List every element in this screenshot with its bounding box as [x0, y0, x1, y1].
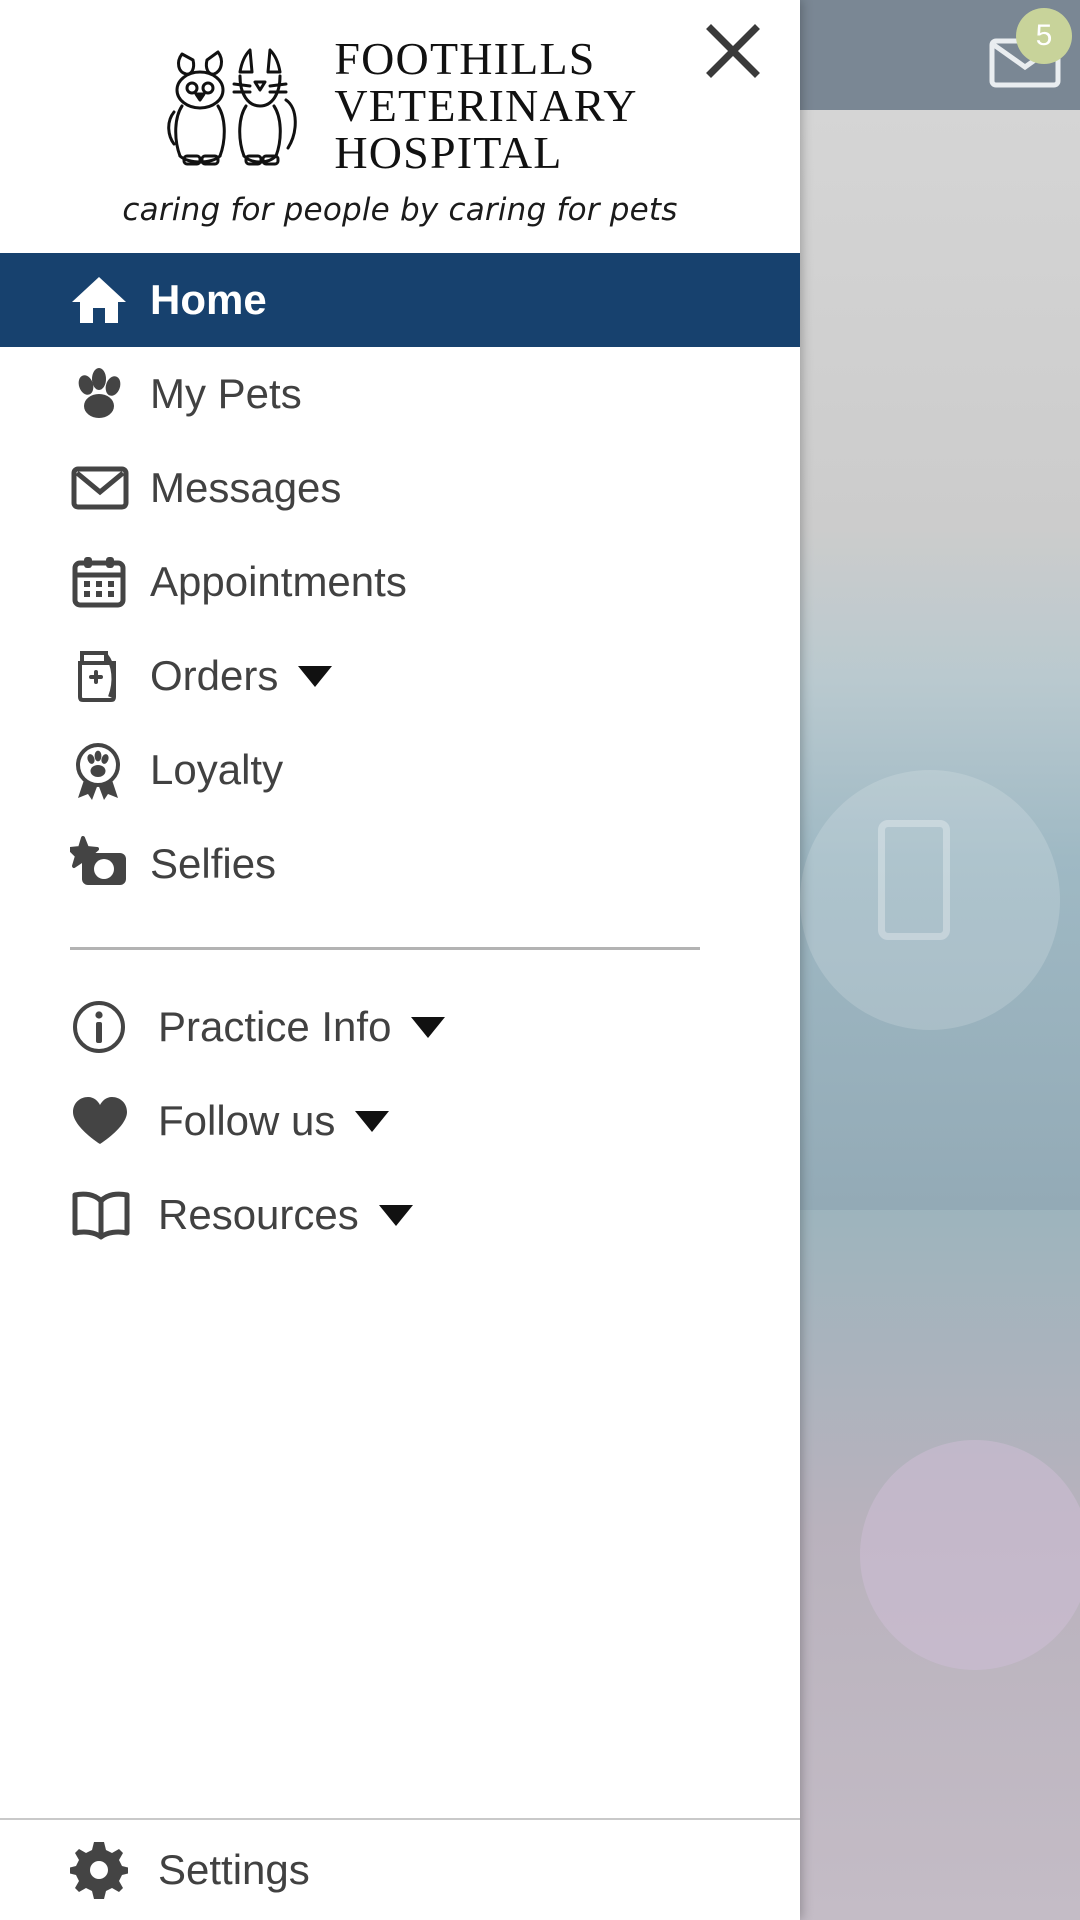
chevron-down-icon[interactable] — [411, 1016, 446, 1038]
menu-item-loyalty-label: Loyalty — [150, 746, 284, 793]
menu-item-practice-info-label: Practice Info — [158, 1003, 392, 1050]
menu-item-settings[interactable]: Settings — [0, 1820, 800, 1920]
logo-line-2: VETERINARY — [334, 80, 638, 132]
home-icon — [70, 271, 150, 329]
menu-item-home-label: Home — [150, 276, 267, 323]
menu-item-settings-label: Settings — [158, 1846, 310, 1893]
drawer-primary-menu: Home My Pets Messages Appointments Order… — [0, 253, 800, 911]
menu-item-resources-label: Resources — [158, 1191, 359, 1238]
calendar-icon — [70, 553, 150, 611]
dog-and-cat-logo-icon — [162, 32, 312, 182]
background-watermark-bottle-icon — [878, 820, 950, 940]
chevron-down-icon[interactable] — [378, 1204, 413, 1226]
drawer-logo-header: FOOTHILLS VETERINARY HOSPITAL caring for… — [0, 0, 800, 253]
camera-star-icon — [70, 836, 150, 892]
logo-line-3: HOSPITAL — [334, 126, 563, 178]
menu-item-resources[interactable]: Resources — [0, 1168, 800, 1262]
logo-tagline: caring for people by caring for pets — [122, 191, 678, 228]
menu-item-messages-label: Messages — [150, 464, 342, 511]
menu-item-orders[interactable]: Orders — [0, 629, 800, 723]
envelope-icon — [70, 462, 150, 514]
paw-icon — [70, 365, 150, 423]
menu-item-selfies-label: Selfies — [150, 840, 277, 887]
gear-icon — [70, 1841, 150, 1899]
background-decorative-orb — [860, 1440, 1080, 1670]
menu-item-follow-us[interactable]: Follow us — [0, 1074, 800, 1168]
menu-spacer — [0, 1262, 800, 1818]
menu-item-appointments[interactable]: Appointments — [0, 535, 800, 629]
book-icon — [70, 1189, 150, 1241]
menu-item-my-pets[interactable]: My Pets — [0, 347, 800, 441]
info-circle-icon — [70, 998, 150, 1056]
chevron-down-icon[interactable] — [355, 1110, 390, 1132]
menu-item-home[interactable]: Home — [0, 253, 800, 347]
chevron-down-icon[interactable] — [298, 665, 333, 687]
logo-line-1: FOOTHILLS — [334, 33, 596, 85]
menu-item-practice-info[interactable]: Practice Info — [0, 980, 800, 1074]
menu-divider — [70, 947, 700, 950]
drawer-secondary-menu: Practice Info Follow us Resources — [0, 980, 800, 1262]
menu-item-selfies[interactable]: Selfies — [0, 817, 800, 911]
food-bag-icon — [70, 647, 150, 705]
drawer-bottom-menu: Settings — [0, 1820, 800, 1920]
menu-item-messages[interactable]: Messages — [0, 441, 800, 535]
award-paw-icon — [70, 740, 150, 800]
menu-item-follow-us-label: Follow us — [158, 1097, 336, 1144]
close-icon[interactable] — [690, 8, 776, 94]
logo-wordmark: FOOTHILLS VETERINARY HOSPITAL — [334, 33, 638, 178]
heart-icon — [70, 1094, 150, 1148]
menu-item-loyalty[interactable]: Loyalty — [0, 723, 800, 817]
menu-item-my-pets-label: My Pets — [150, 370, 302, 417]
unread-count-badge: 5 — [1016, 8, 1072, 64]
navigation-drawer: FOOTHILLS VETERINARY HOSPITAL caring for… — [0, 0, 800, 1920]
menu-item-appointments-label: Appointments — [150, 558, 407, 605]
menu-item-orders-label: Orders — [150, 652, 279, 699]
unread-count-text: 5 — [1035, 19, 1053, 52]
